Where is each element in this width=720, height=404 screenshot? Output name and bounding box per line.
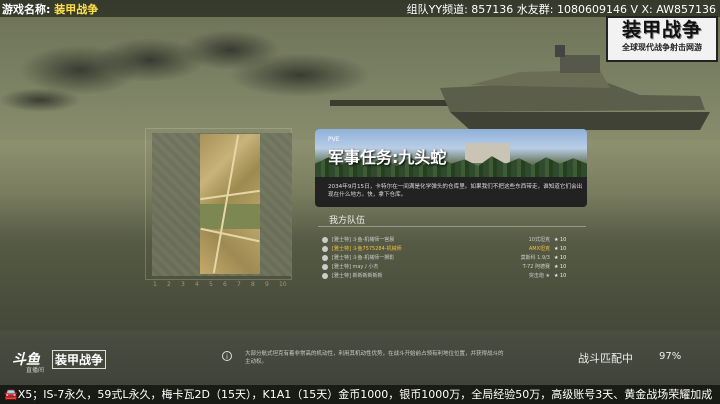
vehicle-tier-icon: ★ [554,237,559,243]
map-axis-label: 5 [209,281,213,288]
map-axis-label: 3 [181,281,185,288]
player-name: [雅士特] 斗鱼7575284-机械师 [332,246,402,252]
vehicle-level: 10 [560,264,567,270]
vehicle-level: 10 [560,237,567,243]
stream-contact-info: 组队YY频道: 857136 水友群: 1080609146 V X: AW85… [406,3,716,16]
team-member-row[interactable]: [雅士特] 新新新新新新 突击炮 ★ ★ 10 [320,272,582,280]
player-vehicle: 莫斯科 1.9/3 [520,255,550,261]
team-divider [318,226,586,227]
team-member-row[interactable]: [雅士特] 斗鱼-机械师一宫晨 10式坦克 ★ 10 [320,236,582,244]
player-status-icon [322,273,328,279]
match-status: 战斗匹配中 [578,352,633,365]
mission-title: 军事任务:九头蛇 [328,148,447,167]
vehicle-tier-icon: ★ [554,246,559,252]
player-status-icon [322,246,328,252]
map-axis-label: 6 [223,281,227,288]
loading-tip: 大部分航式坦克有着非常高的机动性，利用其机动性优势，在战斗开始前占领有利地位位置… [245,351,504,365]
stream-ticker: 🚘X5；IS-7永久，59式L永久，梅卡瓦2D（15天），K1A1（15天）金币… [0,385,720,404]
map-axis-label: 7 [237,281,241,288]
player-vehicle: AMX坦克 [528,246,550,252]
map-axis-label: 10 [279,281,287,288]
player-vehicle: T-72 阿德赛 [522,264,550,270]
map-axis-label: 4 [195,281,199,288]
player-name: [雅士特] may丿小杰 [332,264,379,270]
player-name: [雅士特] 斗鱼-机械师一狮影 [332,255,395,261]
battle-map[interactable] [200,134,260,274]
stream-header: 游戏名称: 装甲战争 组队YY频道: 857136 水友群: 108060914… [0,0,720,17]
vehicle-level: 10 [560,273,567,279]
player-vehicle: 突击炮 ★ [528,273,550,279]
player-status-icon [322,237,328,243]
vehicle-level: 10 [560,246,567,252]
vehicle-tier-icon: ★ [554,264,559,270]
mission-card: PVE 军事任务:九头蛇 2034年9月15日，卡特尔在一间满是化学弹头的仓库里… [315,129,587,207]
player-status-icon [322,264,328,270]
info-icon: i [222,351,232,361]
team-member-row[interactable]: [雅士特] 斗鱼-机械师一狮影 莫斯科 1.9/3 ★ 10 [320,254,582,262]
game-logo: 装甲战争 全球现代战争射击网游 [606,16,718,62]
game-screen: 1 2 3 4 5 6 7 8 9 10 PVE 军事任务:九头蛇 2034年9月15日，卡特尔在… [0,0,720,404]
vehicle-level: 10 [560,255,567,261]
match-progress: 97% [659,351,682,362]
player-vehicle: 10式坦克 [528,237,550,243]
mission-description: 2034年9月15日，卡特尔在一间满是化学弹头的仓库里。如果我们不把这些东西带走… [328,184,583,198]
mission-mode-tag: PVE [328,136,340,143]
map-axis-label: 1 [153,281,157,288]
streamer-logo: 斗鱼 装甲战争 直播间 [12,349,108,374]
map-axis-label: 9 [265,281,269,288]
vehicle-tier-icon: ★ [554,255,559,261]
player-status-icon [322,255,328,261]
player-name: [雅士特] 斗鱼-机械师一宫晨 [332,237,395,243]
team-member-row[interactable]: [雅士特] may丿小杰 T-72 阿德赛 ★ 10 [320,263,582,271]
map-axis-label: 2 [167,281,171,288]
game-title: 游戏名称: 装甲战争 [2,3,99,16]
vehicle-tier-icon: ★ [554,273,559,279]
player-name: [雅士特] 新新新新新新 [332,273,383,279]
map-axis-label: 8 [251,281,255,288]
team-title: 我方队伍 [329,216,366,226]
team-member-row[interactable]: [雅士特] 斗鱼7575284-机械师 AMX坦克 ★ 10 [320,245,582,253]
